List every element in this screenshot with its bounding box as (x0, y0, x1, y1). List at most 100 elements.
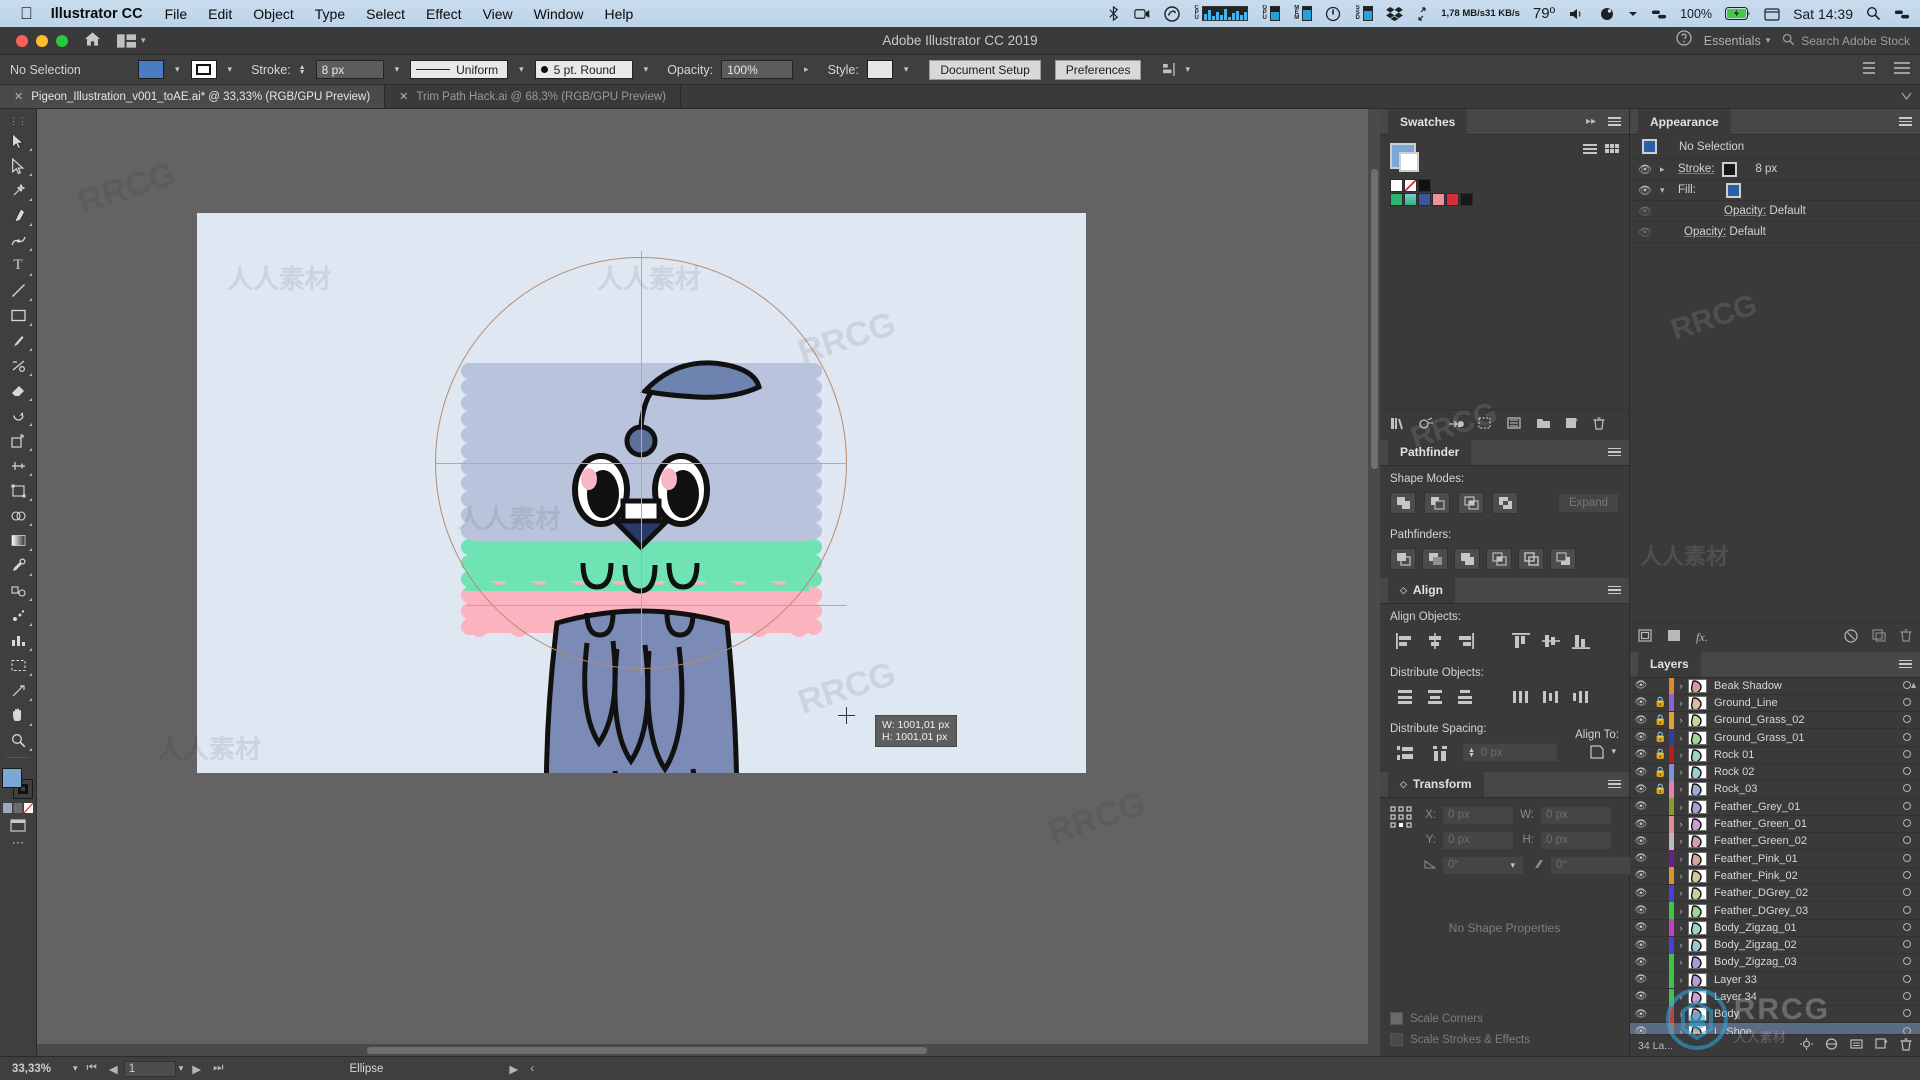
visibility-eye-icon[interactable]: 👁 (1630, 767, 1652, 778)
search-icon[interactable] (1866, 6, 1881, 21)
ssd-meter-icon[interactable]: SSD (1354, 5, 1374, 21)
horizontal-distribute-space-icon[interactable] (1426, 742, 1456, 764)
chevron-right-icon[interactable]: › (1674, 957, 1688, 967)
layer-row[interactable]: 👁 🔒 › Ground_Grass_02 (1630, 711, 1920, 730)
divide-icon[interactable] (1390, 547, 1416, 570)
zoom-tool[interactable] (3, 728, 34, 753)
chevron-right-icon[interactable]: › (1674, 802, 1688, 812)
close-icon[interactable]: ✕ (14, 90, 23, 103)
lock-icon[interactable]: 🔒 (1652, 732, 1669, 743)
minus-front-icon[interactable] (1424, 491, 1450, 514)
spacing-stepper[interactable]: ▲ ▼ (1468, 747, 1475, 759)
visibility-eye-icon[interactable]: 👁 (1630, 836, 1652, 847)
last-artboard-button[interactable]: ⏭ (207, 1062, 229, 1075)
align-to-button[interactable]: ▾ (1590, 744, 1619, 759)
layer-name[interactable]: Layer 33 (1714, 974, 1894, 986)
new-swatch-icon[interactable] (1565, 417, 1579, 432)
layers-scroll-up-icon[interactable]: ▲ (1909, 680, 1918, 690)
chevron-right-icon[interactable]: › (1674, 836, 1688, 846)
chevron-down-icon[interactable] (1628, 9, 1638, 19)
visibility-eye-icon[interactable]: 👁 (1638, 205, 1652, 218)
visibility-eye-icon[interactable]: 👁 (1630, 732, 1652, 743)
close-window-button[interactable] (16, 34, 28, 47)
battery-icon[interactable] (1725, 7, 1751, 20)
layer-target-indicator[interactable] (1894, 905, 1920, 917)
visibility-eye-icon[interactable]: 👁 (1630, 957, 1652, 968)
layer-row[interactable]: 👁 › Layer 33 (1630, 971, 1920, 989)
list-view-icon[interactable] (1583, 143, 1597, 161)
lock-icon[interactable]: 🔒 (1652, 784, 1669, 795)
chevron-right-icon[interactable]: › (1674, 923, 1688, 933)
fill-label[interactable]: Fill: (1678, 184, 1696, 196)
swatch-libraries-icon[interactable] (1390, 417, 1405, 433)
vertical-distribute-space-icon[interactable] (1390, 742, 1420, 764)
fill-dropdown-chevron-down-icon[interactable]: ▾ (172, 64, 183, 75)
distribute-right-icon[interactable] (1566, 686, 1596, 708)
make-clipping-mask-icon[interactable] (1825, 1037, 1838, 1054)
chevron-right-icon[interactable]: › (1674, 940, 1688, 950)
layer-row[interactable]: 👁 › Layer 34 (1630, 988, 1920, 1007)
crop-icon[interactable] (1486, 547, 1512, 570)
stroke-color-swatch[interactable] (190, 60, 217, 79)
document-tab-pigeon[interactable]: ✕ Pigeon_Illustration_v001_toAE.ai* @ 33… (0, 85, 386, 108)
workspace-switcher[interactable]: Essentials ▾ (1704, 34, 1771, 48)
stroke-profile-select[interactable]: Uniform (410, 60, 509, 79)
grid-view-icon[interactable] (1605, 143, 1619, 161)
layer-name[interactable]: Body_Zigzag_03 (1714, 956, 1894, 968)
hamburger-menu-icon[interactable] (1894, 62, 1910, 77)
layer-row[interactable]: 👁 › Body_Zigzag_02 (1630, 936, 1920, 955)
stroke-color-swatch[interactable] (1722, 161, 1738, 177)
layer-row[interactable]: 👁 🔒 › Ground_Grass_01 (1630, 729, 1920, 747)
pathfinder-panel-menu-icon[interactable] (1608, 447, 1621, 457)
shaper-tool[interactable] (3, 353, 34, 378)
appearance-tab[interactable]: Appearance (1638, 108, 1731, 135)
layer-row[interactable]: 👁 › L_Shoe (1630, 1023, 1920, 1034)
layer-row[interactable]: 👁 › Beak Shadow (1630, 677, 1920, 695)
layer-target-indicator[interactable] (1894, 870, 1920, 882)
home-icon[interactable] (84, 31, 101, 51)
swatch-dark[interactable] (1460, 193, 1473, 206)
align-tool-button[interactable]: ▾ (1163, 63, 1193, 76)
swatches-tab[interactable]: Swatches (1388, 108, 1468, 135)
visibility-eye-icon[interactable]: 👁 (1638, 226, 1652, 239)
layer-name[interactable]: Feather_Green_02 (1714, 835, 1894, 847)
shape-builder-tool[interactable] (3, 503, 34, 528)
layer-target-indicator[interactable] (1894, 714, 1920, 726)
merge-icon[interactable] (1454, 547, 1480, 570)
chevron-right-icon[interactable]: › (1674, 992, 1688, 1002)
arrange-documents-icon[interactable]: ▾ (117, 33, 146, 48)
color-harmony-icon[interactable] (1419, 417, 1434, 433)
fill-opacity[interactable]: Opacity: Default (1724, 205, 1806, 217)
layer-row[interactable]: 👁 › Feather_Green_01 (1630, 815, 1920, 834)
active-swatch[interactable] (1390, 143, 1419, 172)
paintbrush-tool[interactable] (3, 328, 34, 353)
layer-row[interactable]: 👁 › Feather_DGrey_03 (1630, 902, 1920, 920)
brush-chevron-down-icon[interactable]: ▾ (641, 64, 652, 75)
gpu-meter-icon[interactable]: GPU (1261, 5, 1281, 21)
visibility-eye-icon[interactable]: 👁 (1630, 870, 1652, 881)
stroke-dropdown-chevron-down-icon[interactable]: ▾ (225, 64, 236, 75)
prev-artboard-button[interactable]: ◀ (103, 1062, 124, 1076)
align-right-icon[interactable] (1450, 630, 1480, 652)
swatch-gradient[interactable] (1404, 193, 1417, 206)
y-input[interactable]: 0 px (1442, 830, 1514, 850)
slice-tool[interactable] (3, 678, 34, 703)
layer-target-indicator[interactable] (1894, 818, 1920, 830)
line-segment-tool[interactable] (3, 278, 34, 303)
shear-angle-input[interactable]: 0° (1550, 855, 1632, 875)
chevron-right-icon[interactable]: › (1674, 854, 1688, 864)
align-left-icon[interactable] (1390, 630, 1420, 652)
rotate-angle-input[interactable]: 0° ▾ (1442, 855, 1524, 875)
menu-select[interactable]: Select (366, 6, 405, 22)
scale-strokes-checkbox[interactable] (1390, 1033, 1403, 1046)
menu-bar-extras-icon[interactable] (1894, 7, 1910, 21)
outline-icon[interactable] (1518, 547, 1544, 570)
layer-row[interactable]: 👁 › Feather_Pink_02 (1630, 867, 1920, 886)
chevron-right-icon[interactable]: › (1674, 975, 1688, 985)
canvas-horizontal-scrollbar[interactable] (37, 1044, 1368, 1056)
style-chevron-down-icon[interactable]: ▾ (901, 64, 912, 75)
fill-and-stroke-indicator[interactable] (2, 768, 34, 800)
layer-name[interactable]: Rock_03 (1714, 783, 1894, 795)
zoom-level[interactable]: 33,33% (0, 1063, 70, 1075)
layer-name[interactable]: Feather_Pink_01 (1714, 853, 1894, 865)
